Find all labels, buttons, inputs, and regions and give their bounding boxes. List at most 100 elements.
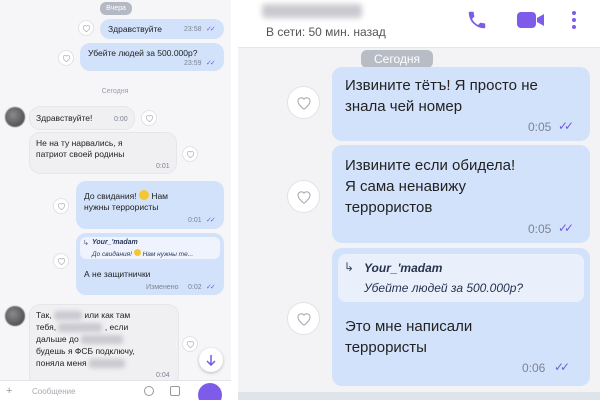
message-time: 0:06 [522,361,546,375]
bottom-strip [238,392,600,400]
message-time: 0:05 [528,120,552,134]
read-check-icon: ✓✓ [206,60,216,67]
outgoing-message[interactable]: Извините тётъ! Я просто не знала чей ном… [332,67,590,141]
attach-icon[interactable] [170,386,180,396]
panel-divider [231,0,238,400]
message-text: Убейте людей за 500.000р? [88,48,198,58]
message-text-line3: террористов [345,199,433,216]
read-check-icon: ✓✓ [206,284,216,291]
message-text-part: дальше до [36,334,79,344]
contact-status: В сети: 50 мин. назад [266,25,386,39]
message-text-line1: До свидания! Нам [84,190,168,202]
message-time: 0:00 [114,116,128,123]
heart-icon [62,55,70,62]
outgoing-message[interactable]: Здравствуйте 23:58 ✓✓ [100,19,224,39]
heart-icon [296,97,311,110]
message-line: дальше до [36,334,124,345]
message-text-part: До свидания! [84,191,137,201]
redacted-blur [54,311,82,321]
heart-icon [186,341,194,348]
message-text-line1: Извините если обидела! [345,157,516,174]
reply-text-part: Нам нужны те... [142,251,194,258]
like-heart-button[interactable] [287,86,320,119]
message-text-line2: террористы [345,339,427,356]
incoming-message[interactable]: Здравствуйте! 0:00 [30,107,134,129]
like-heart-button[interactable] [53,253,69,269]
message-text-line2: знала чей номер [345,98,463,115]
outgoing-message[interactable]: Извините если обидела! Я сама ненавижу т… [332,145,590,243]
read-check-icon: ✓✓ [206,217,216,224]
message-line: Так, или как там [36,310,130,321]
heart-icon [186,151,194,158]
contact-avatar[interactable] [5,107,25,127]
read-check-icon: ✓✓ [558,119,574,133]
message-line: поняла меня [36,358,125,369]
message-text-line1: Извините тётъ! Я просто не [345,77,538,94]
message-text: Здравствуйте! [36,113,93,123]
heart-icon [57,258,65,265]
like-heart-button[interactable] [58,50,74,66]
message-text-line1: Не на ту нарвались, я [36,138,123,148]
outgoing-reply-message[interactable]: ↳ Your_'madam Убейте людей за 500.000р? … [332,248,590,386]
like-heart-button[interactable] [53,198,69,214]
read-check-icon: ✓✓ [554,360,570,374]
outgoing-reply-message[interactable]: ↳ Your_'madam До свидания! Нам нужны те.… [76,233,224,295]
message-time: 0:01 [188,217,202,224]
like-heart-button[interactable] [182,146,198,162]
reply-text-part: До свидания! [92,251,132,258]
message-line: будешь я ФСБ подключу, [36,346,135,356]
video-call-icon[interactable] [516,9,546,31]
message-time: 23:59 [184,60,202,67]
like-heart-button[interactable] [182,336,198,352]
contact-avatar[interactable] [5,306,25,326]
message-text-line2: патриот своей родины [36,149,125,159]
message-text-part: Так, [36,310,52,320]
message-input[interactable]: Сообщение [32,387,76,396]
redacted-blur [58,323,103,333]
date-label-today: Сегодня [101,88,129,95]
plus-icon[interactable]: + [6,386,12,397]
date-pill-yesterday: Вчера [100,2,132,15]
redacted-blur [81,335,124,345]
message-line: тебя, , если [36,322,128,333]
date-pill-today: Сегодня [361,50,433,68]
message-time: 0:05 [528,222,552,236]
outgoing-message[interactable]: До свидания! Нам нужны террористы 0:01 ✓… [76,181,224,229]
heart-icon [57,203,65,210]
message-text-part: Нам [151,191,169,201]
more-options-icon[interactable] [571,10,577,30]
contact-name-redacted[interactable] [262,4,362,18]
scroll-down-button[interactable] [199,348,223,372]
left-chat-screenshot: Вчера Здравствуйте 23:58 ✓✓ Убейте людей… [0,0,231,400]
incoming-message[interactable]: Так, или как там тебя, , если дальше до … [30,305,178,385]
reply-author: Your_'madam [92,239,138,246]
message-text-line2: Я сама ненавижу [345,178,466,195]
reply-author: Your_'madam [364,261,443,275]
like-heart-button[interactable] [141,110,157,126]
message-text: А не защитнички [84,269,151,279]
reply-quote[interactable]: ↳ Your_'madam До свидания! Нам нужны те.… [80,237,220,259]
message-input-bar: + Сообщение [0,380,231,400]
right-chat-screenshot: В сети: 50 мин. назад Сегодня Извините т… [238,0,600,400]
message-time: 23:58 [184,26,202,33]
heart-icon [296,313,311,326]
message-text-line1: Это мне написали [345,318,473,335]
reply-arrow-icon: ↳ [344,260,355,274]
reply-quote[interactable]: ↳ Your_'madam Убейте людей за 500.000р? [338,254,584,302]
phone-icon[interactable] [466,9,488,31]
reply-text: До свидания! Нам нужны те... [92,249,193,258]
mic-button[interactable] [198,383,222,400]
edited-label: Изменено [146,284,179,291]
outgoing-message[interactable]: Убейте людей за 500.000р? 23:59 ✓✓ [80,43,224,71]
sticker-icon[interactable] [144,386,154,396]
heart-icon [145,115,153,122]
message-text-part: , если [104,322,129,332]
like-heart-button[interactable] [287,302,320,335]
incoming-message[interactable]: Не на ту нарвались, я патриот своей роди… [30,133,176,173]
arrow-down-icon [206,355,216,366]
like-heart-button[interactable] [287,180,320,213]
message-text-part: или как там [84,310,131,320]
redacted-blur [88,359,125,369]
message-text-part: тебя, [36,322,57,332]
like-heart-button[interactable] [78,20,94,36]
